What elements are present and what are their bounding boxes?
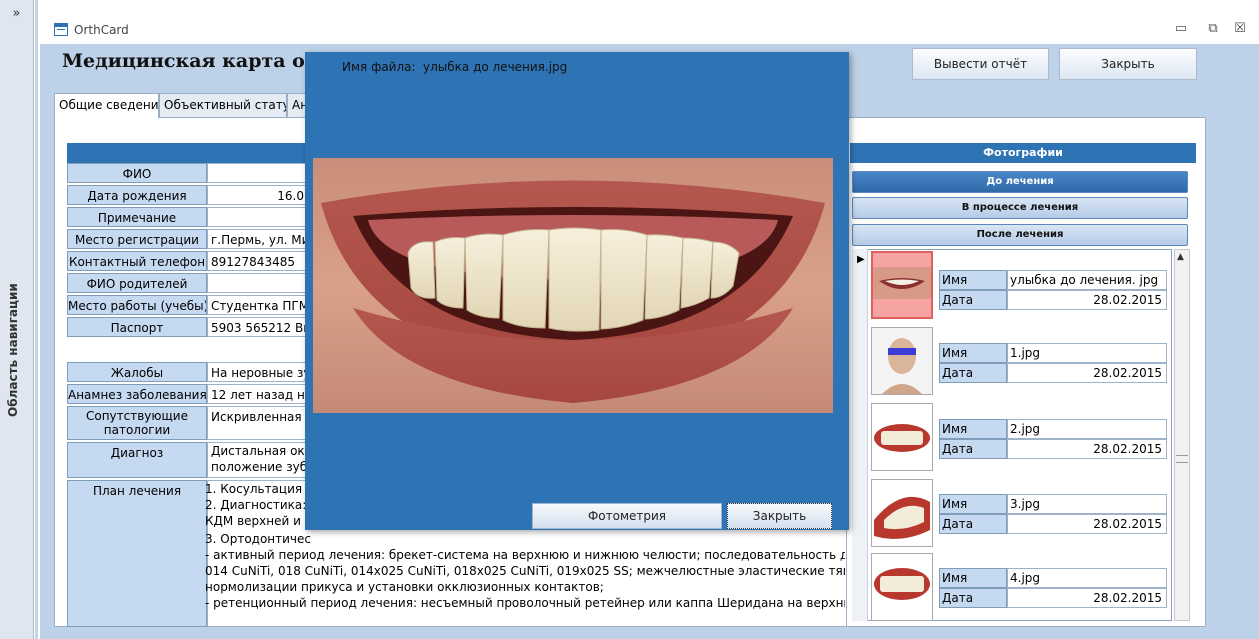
plan-line: КДМ верхней и н: [205, 514, 305, 528]
close-window-icon[interactable]: ☒: [1231, 21, 1249, 37]
plan-line: - ретенционный период лечения: несъемный…: [205, 596, 845, 610]
photo-thumbnail[interactable]: [871, 327, 933, 395]
smile-photo-icon: [313, 158, 833, 413]
field-fio[interactable]: [207, 163, 307, 183]
photo-thumbnail[interactable]: [871, 251, 933, 319]
plan-line: - активный период лечения: брекет-систем…: [205, 548, 845, 562]
photo-date-label: Дата: [939, 588, 1007, 608]
field-birth-date[interactable]: 16.0: [207, 185, 307, 205]
form-icon: [54, 23, 68, 36]
window-title: OrthCard: [74, 23, 129, 37]
photo-date-label: Дата: [939, 363, 1007, 383]
photometry-button[interactable]: Фотометрия: [532, 503, 722, 529]
diagnosis-line: Дистальная окк: [211, 444, 307, 458]
window-titlebar: [40, 18, 1259, 44]
stage-after-button[interactable]: После лечения: [852, 224, 1188, 246]
photo-file-value[interactable]: 1.jpg: [1007, 343, 1167, 363]
face-thumbnail-icon: [872, 328, 932, 394]
tab-general-info[interactable]: Общие сведения: [54, 93, 159, 118]
photos-header: Фотографии: [850, 143, 1196, 163]
photo-file-label: Имя файла: [939, 343, 1007, 378]
field-complaints[interactable]: На неровные зуб: [207, 362, 307, 382]
plan-line: 2. Диагностика: С: [205, 498, 305, 512]
photo-file-value[interactable]: улыбка до лечения. jpg: [1007, 270, 1167, 290]
field-comorbidities[interactable]: Искривленная не: [207, 406, 307, 440]
current-record-icon: ▶: [857, 254, 865, 265]
label-treatment-plan: План лечения: [67, 480, 207, 627]
nav-expand-icon[interactable]: »: [0, 6, 33, 26]
label-comorbidities: Сопутствующие патологии: [67, 406, 207, 440]
field-passport[interactable]: 5903 565212 Выда: [207, 317, 307, 337]
teeth-front-thumbnail-icon: [872, 554, 932, 620]
stage-during-button[interactable]: В процессе лечения: [852, 197, 1188, 219]
teeth-thumbnail-icon: [872, 404, 932, 470]
label-note: Примечание: [67, 207, 207, 227]
photo-list-scrollbar[interactable]: [1174, 249, 1190, 621]
plan-line: 014 CuNiTi, 018 CuNiTi, 014x025 CuNiTi, …: [205, 564, 845, 578]
popup-file-label: Имя файла:: [342, 60, 416, 74]
field-diagnosis[interactable]: Дистальная окк положение зубо: [207, 442, 307, 478]
minimize-icon[interactable]: ▭: [1172, 21, 1190, 37]
photo-file-label: Имя файла: [939, 494, 1007, 529]
tab-objective-status[interactable]: Объективный статус: [159, 93, 287, 117]
photo-date-value[interactable]: 28.02.2015: [1007, 363, 1167, 383]
field-anamnesis[interactable]: 12 лет назад нос: [207, 384, 307, 404]
field-phone[interactable]: 89127843485: [207, 251, 307, 271]
field-parents[interactable]: [207, 273, 307, 293]
photo-file-value[interactable]: 3.jpg: [1007, 494, 1167, 514]
field-note[interactable]: [207, 207, 307, 227]
photo-file-value[interactable]: 4.jpg: [1007, 568, 1167, 588]
photo-thumbnail[interactable]: [871, 553, 933, 621]
scroll-up-icon[interactable]: ▲: [1177, 252, 1184, 262]
label-workplace: Место работы (учебы): [67, 295, 207, 315]
photo-file-label: Имя файла: [939, 568, 1007, 603]
plan-line: нормолизации прикуса и установки окклюзи…: [205, 580, 604, 594]
popup-close-button[interactable]: Закрыть: [727, 503, 832, 529]
photo-thumbnail[interactable]: [871, 403, 933, 471]
photo-date-label: Дата: [939, 514, 1007, 534]
photo-file-value[interactable]: 2.jpg: [1007, 419, 1167, 439]
window-frame-divider: [35, 0, 38, 639]
label-passport: Паспорт: [67, 317, 207, 337]
plan-line: 3. Ортодонтичес: [205, 532, 312, 546]
photo-date-value[interactable]: 28.02.2015: [1007, 439, 1167, 459]
label-diagnosis: Диагноз: [67, 442, 207, 478]
stage-before-button[interactable]: До лечения: [852, 171, 1188, 193]
navigation-pane-label[interactable]: Область навигации: [6, 270, 26, 430]
label-birth-date: Дата рождения: [67, 185, 207, 205]
photo-date-value[interactable]: 28.02.2015: [1007, 514, 1167, 534]
label-phone: Контактный телефон: [67, 251, 207, 271]
photo-date-value[interactable]: 28.02.2015: [1007, 588, 1167, 608]
photo-file-label: Имя файла: [939, 419, 1007, 454]
scroll-grip-icon[interactable]: [1176, 455, 1188, 463]
popup-photo: [313, 158, 833, 413]
photo-date-value[interactable]: 28.02.2015: [1007, 290, 1167, 310]
print-report-button[interactable]: Вывести отчёт: [912, 48, 1049, 80]
photo-thumbnail[interactable]: [871, 479, 933, 547]
field-registration[interactable]: г.Пермь, ул. Мир: [207, 229, 307, 249]
label-anamnesis: Анамнез заболевания: [67, 384, 207, 404]
teeth-side-thumbnail-icon: [872, 480, 932, 546]
patient-header-bar: [67, 143, 307, 163]
photo-file-label: Имя файла: [939, 270, 1007, 305]
smile-thumbnail-icon: [873, 253, 931, 317]
close-form-button[interactable]: Закрыть: [1059, 48, 1197, 80]
photo-date-label: Дата: [939, 290, 1007, 310]
plan-line: 1. Косультация и: [205, 482, 305, 496]
label-fio: ФИО: [67, 163, 207, 183]
label-complaints: Жалобы: [67, 362, 207, 382]
field-workplace[interactable]: Студентка ПГМУ: [207, 295, 307, 315]
diagnosis-line: положение зубо: [211, 460, 307, 474]
label-registration: Место регистрации: [67, 229, 207, 249]
label-parents: ФИО родителей: [67, 273, 207, 293]
popup-file-value: улыбка до лечения.jpg: [423, 60, 568, 74]
record-selector-column[interactable]: [852, 249, 868, 621]
photo-date-label: Дата: [939, 439, 1007, 459]
restore-icon[interactable]: ⧉: [1204, 21, 1222, 37]
